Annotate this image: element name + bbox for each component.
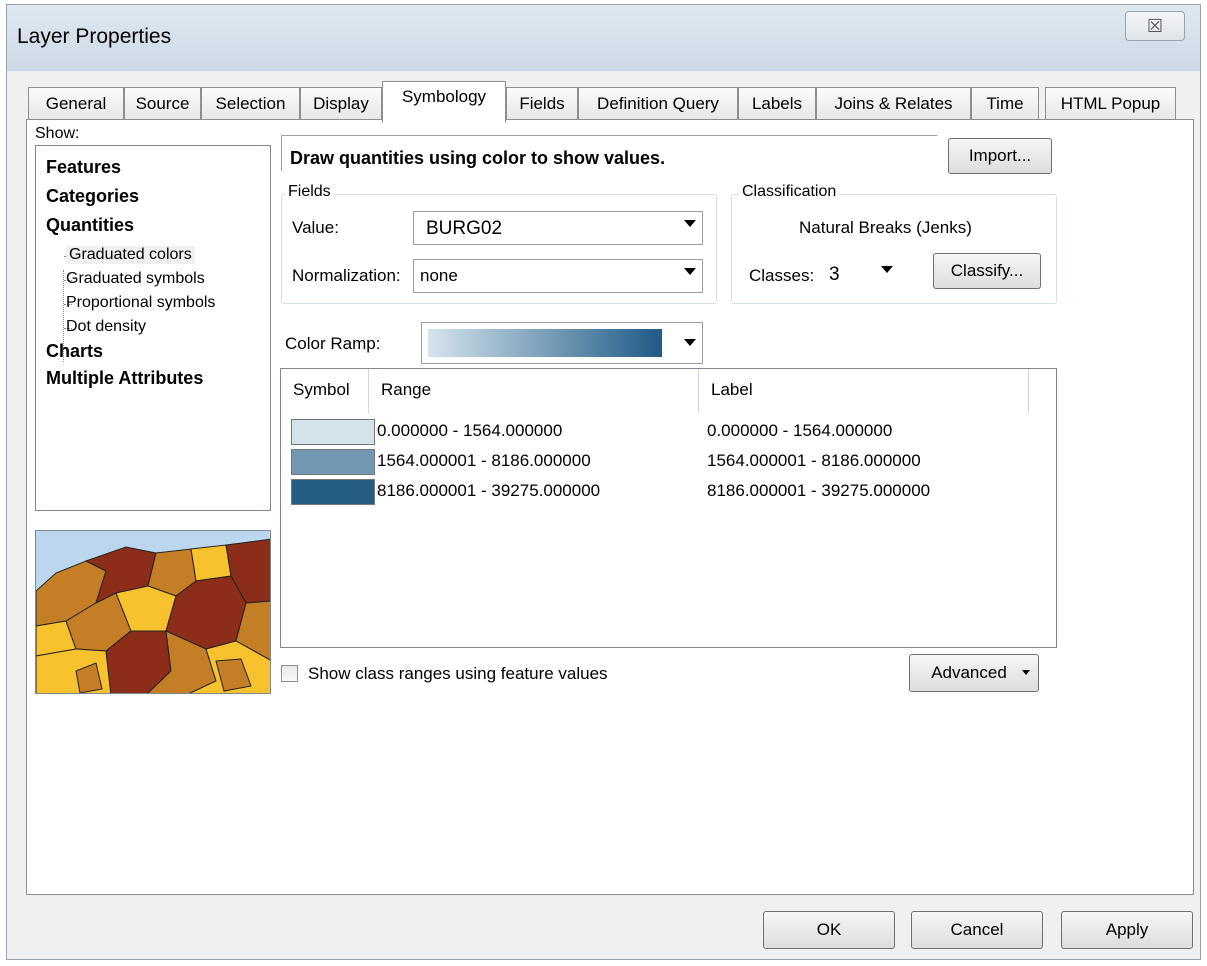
tab-label: Selection <box>215 94 286 113</box>
class-label-cell[interactable]: 1564.000001 - 8186.000000 <box>707 451 921 471</box>
tab-label: Time <box>986 94 1024 113</box>
tab-fields[interactable]: Fields <box>506 87 578 121</box>
show-class-ranges-checkbox[interactable] <box>281 665 298 682</box>
normalization-label: Normalization: <box>292 266 401 285</box>
import-button[interactable]: Import... <box>948 138 1052 174</box>
normalization-dropdown[interactable]: none <box>413 259 703 293</box>
window-title: Layer Properties <box>17 25 172 48</box>
show-item-dot-density[interactable]: Dot density <box>66 318 146 336</box>
symbology-panel: Show: Features Categories Quantities Gra… <box>26 119 1194 895</box>
color-ramp-dropdown[interactable] <box>421 322 703 364</box>
tab-label: Definition Query <box>597 94 719 113</box>
tab-source[interactable]: Source <box>124 87 201 121</box>
color-ramp-gradient <box>428 329 662 357</box>
tab-symbology[interactable]: Symbology <box>382 81 506 123</box>
symbol-column-header[interactable]: Symbol <box>281 369 369 413</box>
show-item-charts[interactable]: Charts <box>46 341 103 362</box>
show-class-ranges-label: Show class ranges using feature values <box>308 664 608 683</box>
fields-group-label: Fields <box>285 183 334 201</box>
show-item-graduated-symbols[interactable]: Graduated symbols <box>66 270 205 288</box>
show-item-quantities[interactable]: Quantities <box>46 215 134 236</box>
dropdown-arrow-icon <box>1022 670 1030 675</box>
show-item-graduated-colors[interactable]: Graduated colors <box>66 246 195 264</box>
tab-label: Source <box>135 94 190 113</box>
map-preview-svg <box>36 531 270 693</box>
tab-label: General <box>45 94 107 113</box>
show-item-categories[interactable]: Categories <box>46 186 139 207</box>
value-dropdown[interactable]: BURG02 <box>413 211 703 245</box>
show-item-features[interactable]: Features <box>46 157 121 178</box>
classify-button[interactable]: Classify... <box>933 253 1041 289</box>
class-symbol-swatch[interactable] <box>291 449 375 475</box>
apply-button[interactable]: Apply <box>1061 911 1193 949</box>
show-tree: Features Categories Quantities Graduated… <box>35 145 271 511</box>
tab-label: Joins & Relates <box>834 94 953 113</box>
tab-label: Fields <box>519 94 565 113</box>
layer-properties-dialog: Layer Properties ☒ General Source Select… <box>6 4 1201 960</box>
tab-label: HTML Popup <box>1060 94 1161 113</box>
classification-group-label: Classification <box>739 183 840 201</box>
tab-definition-query[interactable]: Definition Query <box>578 87 738 121</box>
chevron-down-icon <box>684 268 696 275</box>
tab-display[interactable]: Display <box>300 87 382 121</box>
tab-joins-relates[interactable]: Joins & Relates <box>816 87 971 121</box>
class-label-cell[interactable]: 0.000000 - 1564.000000 <box>707 421 892 441</box>
tab-selection[interactable]: Selection <box>201 87 300 121</box>
close-icon: ☒ <box>1146 16 1164 36</box>
ok-button[interactable]: OK <box>763 911 895 949</box>
tab-label: Symbology <box>401 87 487 106</box>
tab-labels[interactable]: Labels <box>738 87 816 121</box>
apply-button-label: Apply <box>1105 920 1149 939</box>
normalization-dropdown-text: none <box>420 266 458 285</box>
classification-method: Natural Breaks (Jenks) <box>799 218 972 237</box>
cancel-button[interactable]: Cancel <box>911 911 1043 949</box>
ok-button-label: OK <box>816 920 842 939</box>
label-column-header[interactable]: Label <box>699 369 1029 413</box>
class-range-cell[interactable]: 1564.000001 - 8186.000000 <box>377 451 591 471</box>
class-symbol-swatch[interactable] <box>291 479 375 505</box>
advanced-button[interactable]: Advanced <box>909 654 1039 692</box>
range-column-header[interactable]: Range <box>369 369 699 413</box>
color-ramp-label: Color Ramp: <box>285 334 381 353</box>
show-item-proportional-symbols[interactable]: Proportional symbols <box>66 294 215 312</box>
value-label: Value: <box>292 218 339 237</box>
title-bar: Layer Properties ☒ <box>7 5 1200 71</box>
close-button[interactable]: ☒ <box>1125 11 1185 41</box>
show-label: Show: <box>35 125 80 142</box>
classes-dropdown-text: 3 <box>829 264 840 285</box>
tab-general[interactable]: General <box>28 87 124 121</box>
chevron-down-icon <box>684 220 696 227</box>
cancel-button-label: Cancel <box>950 920 1004 939</box>
symbol-class-table[interactable]: Symbol Range Label 0.000000 - 1564.00000… <box>280 368 1057 648</box>
class-range-cell[interactable]: 0.000000 - 1564.000000 <box>377 421 562 441</box>
import-button-label: Import... <box>968 146 1032 165</box>
classes-dropdown[interactable]: 3 <box>823 258 899 292</box>
value-dropdown-text: BURG02 <box>426 218 503 239</box>
map-preview-image <box>35 530 271 694</box>
description-text: Draw quantities using color to show valu… <box>290 148 666 168</box>
class-label-cell[interactable]: 8186.000001 - 39275.000000 <box>707 481 930 501</box>
tab-time[interactable]: Time <box>971 87 1039 121</box>
class-symbol-swatch[interactable] <box>291 419 375 445</box>
chevron-down-icon <box>881 266 893 273</box>
tab-label: Display <box>313 94 369 113</box>
show-item-multiple-attributes[interactable]: Multiple Attributes <box>46 368 203 389</box>
tab-html-popup[interactable]: HTML Popup <box>1045 87 1176 121</box>
tab-label: Labels <box>751 94 803 113</box>
classify-button-label: Classify... <box>950 261 1024 280</box>
advanced-button-label: Advanced <box>931 663 1007 682</box>
chevron-down-icon <box>684 339 696 346</box>
classes-label: Classes: <box>749 266 815 285</box>
class-range-cell[interactable]: 8186.000001 - 39275.000000 <box>377 481 600 501</box>
